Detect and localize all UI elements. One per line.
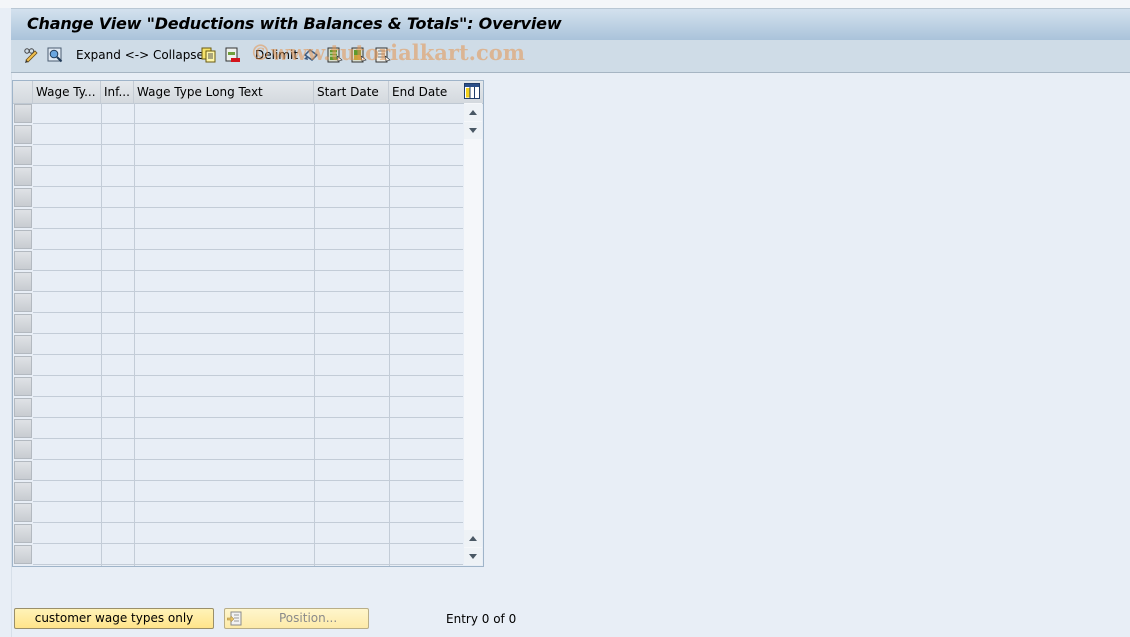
find-button[interactable] [47,47,63,63]
deselect-all-icon [375,47,391,63]
row-selector[interactable] [14,314,32,333]
row-selector[interactable] [14,419,32,438]
table-row[interactable] [33,397,463,418]
table-row[interactable] [33,124,463,145]
column-header-start-date[interactable]: Start Date [314,81,389,103]
table-settings-button[interactable] [464,83,480,99]
table-row[interactable] [33,145,463,166]
select-all-button[interactable] [327,47,343,63]
scroll-up-button[interactable] [464,104,482,121]
column-header-wage-type[interactable]: Wage Ty... [33,81,101,103]
undo-change-icon [303,47,319,63]
table-row[interactable] [33,376,463,397]
table-row[interactable] [33,439,463,460]
row-selector[interactable] [14,524,32,543]
copy-as-icon [201,47,217,63]
display-change-icon [23,47,39,63]
arrow-up-icon [469,110,477,115]
column-header-long-text[interactable]: Wage Type Long Text [134,81,314,103]
column-header-inf[interactable]: Inf... [101,81,134,103]
table-row[interactable] [33,208,463,229]
row-selector[interactable] [14,293,32,312]
select-block-icon [351,47,367,63]
row-selector[interactable] [14,251,32,270]
expand-collapse-label: Expand <-> Collapse [76,48,204,62]
row-selector[interactable] [14,440,32,459]
table-control: Wage Ty... Inf... Wage Type Long Text St… [12,80,484,567]
table-row[interactable] [33,103,463,124]
application-toolbar: Expand <-> Collapse Delimit [11,40,1130,73]
arrow-down-icon [469,128,477,133]
vertical-scrollbar[interactable] [464,103,482,565]
table-header: Wage Ty... Inf... Wage Type Long Text St… [13,81,483,104]
row-selector[interactable] [14,209,32,228]
position-button-label: Position... [279,611,338,625]
position-button[interactable]: Position... [224,608,369,629]
scroll-page-up-button[interactable] [464,530,482,547]
row-selector[interactable] [14,188,32,207]
find-icon [47,47,63,63]
arrow-down-icon [469,554,477,559]
select-all-rows-corner[interactable] [13,81,33,103]
customer-wage-types-only-button[interactable]: customer wage types only [14,608,214,629]
display-change-button[interactable] [23,47,39,63]
table-row[interactable] [33,271,463,292]
table-row[interactable] [33,502,463,523]
column-divider [101,103,102,566]
select-all-icon [327,47,343,63]
table-row[interactable] [33,544,463,565]
table-row[interactable] [33,460,463,481]
arrow-up-icon [469,536,477,541]
row-selector[interactable] [14,503,32,522]
row-selector[interactable] [14,272,32,291]
window-top-strip [0,0,1130,8]
row-selector[interactable] [14,125,32,144]
row-selector[interactable] [14,461,32,480]
table-row[interactable] [33,250,463,271]
title-bar: Change View "Deductions with Balances & … [11,8,1130,41]
delete-icon [225,47,241,63]
entry-count-text: Entry 0 of 0 [446,612,517,626]
table-row[interactable] [33,229,463,250]
table-row[interactable] [33,355,463,376]
table-row[interactable] [33,481,463,502]
table-row[interactable] [33,418,463,439]
row-selector[interactable] [14,482,32,501]
row-selector[interactable] [14,377,32,396]
row-selector[interactable] [14,146,32,165]
delete-button[interactable] [225,47,241,63]
row-selector[interactable] [14,335,32,354]
table-row[interactable] [33,334,463,355]
column-divider [314,103,315,566]
column-divider [134,103,135,566]
row-selector[interactable] [14,545,32,564]
scroll-page-down-button[interactable] [464,122,482,139]
scroll-down-button[interactable] [464,548,482,565]
delimit-label: Delimit [255,48,299,62]
copy-as-button[interactable] [201,47,217,63]
row-selector[interactable] [14,230,32,249]
undo-change-button[interactable] [303,47,319,63]
table-row[interactable] [33,187,463,208]
table-row[interactable] [33,292,463,313]
row-selector[interactable] [14,104,32,123]
table-row[interactable] [33,166,463,187]
table-row[interactable] [33,313,463,334]
row-selector[interactable] [14,356,32,375]
expand-collapse-button[interactable]: Expand <-> Collapse [76,47,204,63]
column-divider [389,103,390,566]
select-block-button[interactable] [351,47,367,63]
delimit-button[interactable]: Delimit [255,47,298,63]
position-icon [226,611,243,632]
row-selector[interactable] [14,398,32,417]
deselect-all-button[interactable] [375,47,391,63]
row-selector[interactable] [14,167,32,186]
page-title: Change View "Deductions with Balances & … [27,14,562,33]
column-header-end-date[interactable]: End Date [389,81,464,103]
column-config-icon [464,83,480,102]
table-row[interactable] [33,523,463,544]
